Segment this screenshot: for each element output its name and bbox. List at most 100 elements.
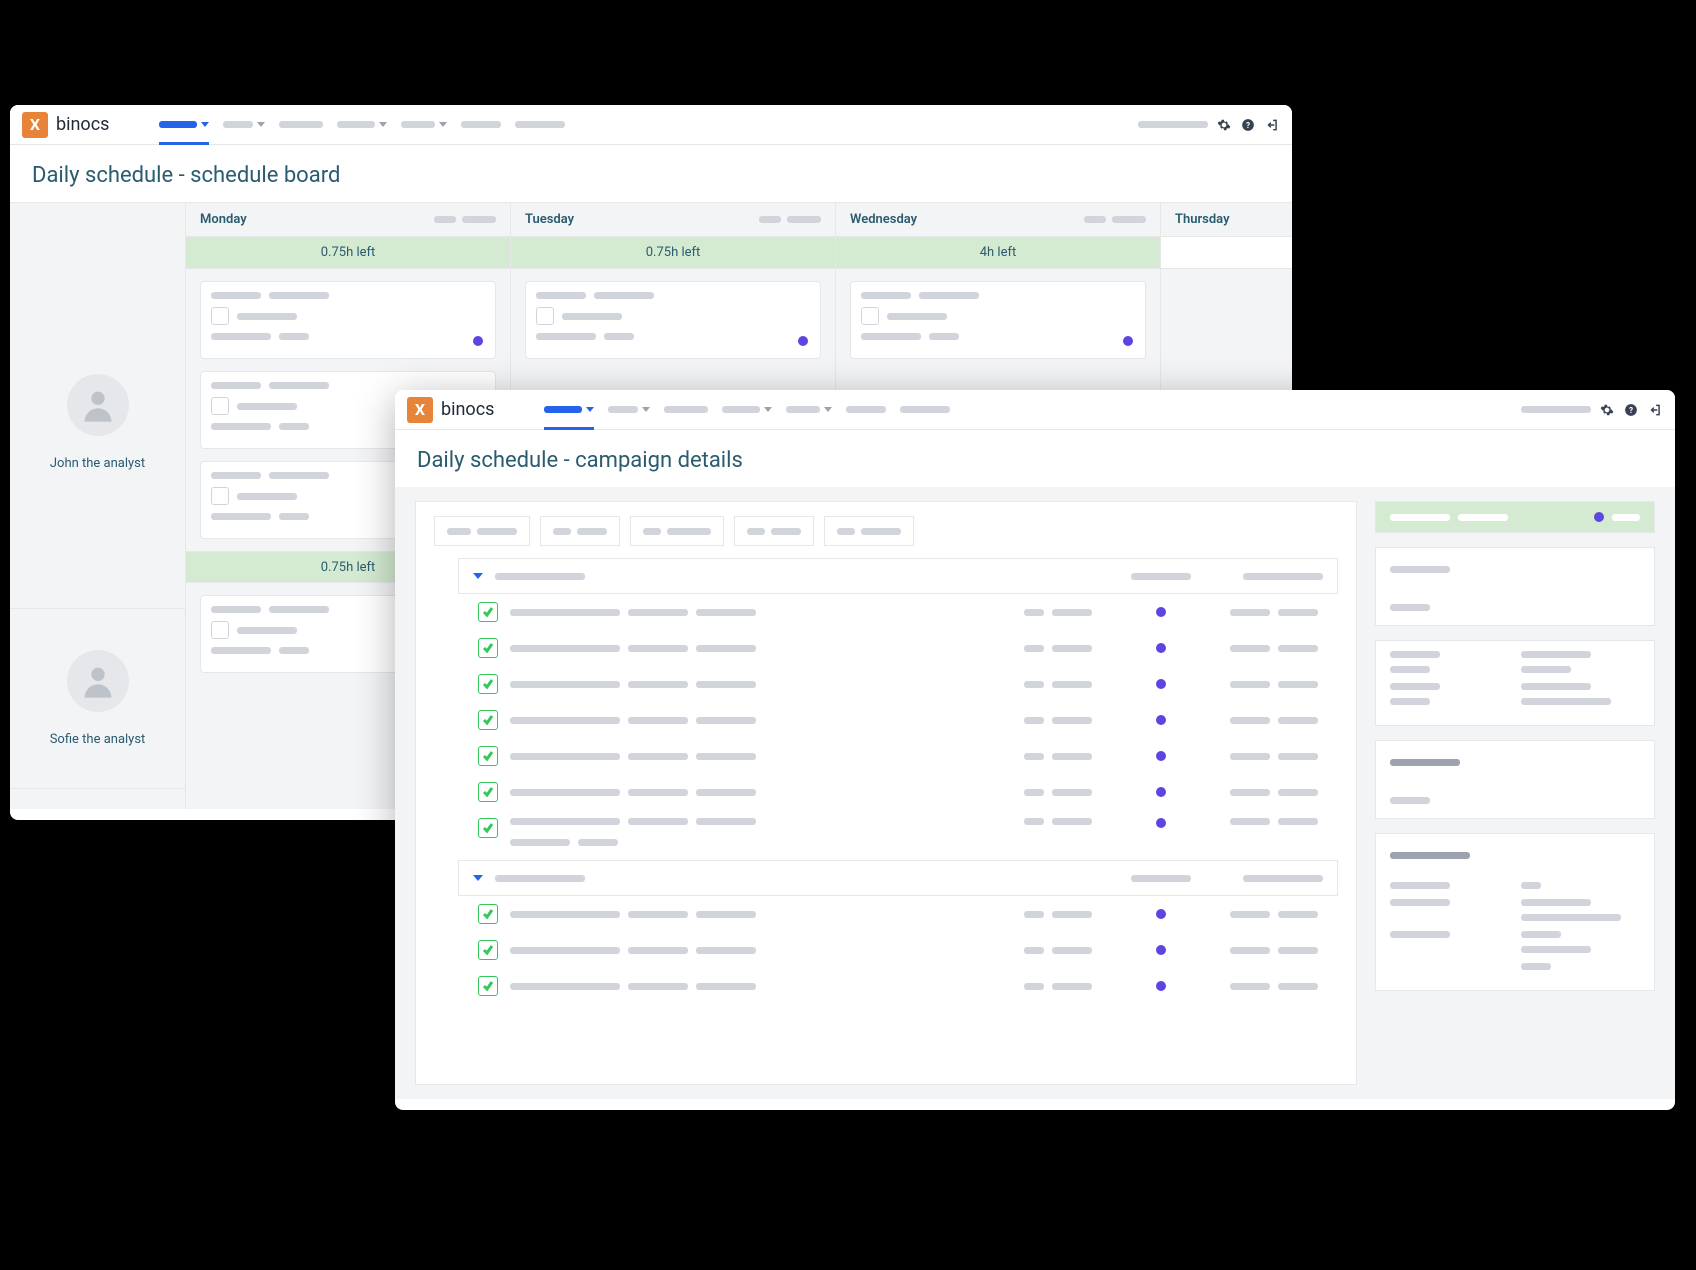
check-icon[interactable]	[478, 674, 498, 694]
status-dot	[1123, 336, 1133, 346]
nav-tab[interactable]	[722, 390, 772, 430]
task-list	[458, 594, 1338, 854]
gear-icon[interactable]	[1599, 402, 1615, 418]
side-status-bar	[1375, 501, 1655, 533]
tab-chip[interactable]	[734, 516, 814, 546]
task-row[interactable]	[458, 896, 1338, 932]
day-name: Monday	[200, 212, 247, 227]
check-icon[interactable]	[478, 818, 498, 838]
avatar	[67, 374, 129, 436]
tab-chip[interactable]	[824, 516, 914, 546]
status-dot	[1156, 909, 1166, 919]
chevron-down-icon	[473, 573, 483, 579]
task-row[interactable]	[458, 774, 1338, 810]
status-dot	[1156, 787, 1166, 797]
check-icon[interactable]	[478, 710, 498, 730]
day-header: Tuesday	[511, 203, 835, 237]
day-name: Thursday	[1175, 212, 1230, 227]
person-cell: John the analyst	[10, 203, 185, 609]
status-dot	[1156, 643, 1166, 653]
task-card[interactable]	[850, 281, 1146, 359]
check-icon[interactable]	[478, 746, 498, 766]
task-row[interactable]	[458, 810, 1338, 854]
detail-body	[395, 487, 1675, 1099]
status-dot	[1594, 512, 1604, 522]
status-dot	[1156, 607, 1166, 617]
person-name: Sofie the analyst	[50, 732, 146, 747]
campaign-details-window: X binocs ? Daily schedule - campaign det…	[395, 390, 1675, 1110]
nav-tab-active[interactable]	[544, 390, 594, 430]
nav-tabs	[159, 105, 565, 145]
nav-tab[interactable]	[900, 390, 950, 430]
task-row[interactable]	[458, 594, 1338, 630]
nav-tab[interactable]	[279, 105, 323, 145]
tab-chip[interactable]	[434, 516, 530, 546]
person-cell: Sofie the analyst	[10, 609, 185, 789]
titlebar-placeholder	[1521, 406, 1591, 413]
page-title: Daily schedule - schedule board	[10, 145, 1292, 202]
task-row[interactable]	[458, 738, 1338, 774]
detail-main	[415, 501, 1357, 1085]
checkbox[interactable]	[536, 307, 554, 325]
status-dot	[473, 336, 483, 346]
gear-icon[interactable]	[1216, 117, 1232, 133]
task-row[interactable]	[458, 968, 1338, 1004]
checkbox[interactable]	[861, 307, 879, 325]
help-icon[interactable]: ?	[1240, 117, 1256, 133]
group-header[interactable]	[458, 860, 1338, 896]
nav-tab-active[interactable]	[159, 105, 209, 145]
nav-tab[interactable]	[461, 105, 501, 145]
nav-tab[interactable]	[337, 105, 387, 145]
nav-tab[interactable]	[223, 105, 265, 145]
task-row[interactable]	[458, 932, 1338, 968]
nav-tab[interactable]	[846, 390, 886, 430]
nav-tab[interactable]	[664, 390, 708, 430]
logout-icon[interactable]	[1647, 402, 1663, 418]
nav-tab[interactable]	[515, 105, 565, 145]
task-row[interactable]	[458, 666, 1338, 702]
checkbox[interactable]	[211, 487, 229, 505]
checkbox[interactable]	[211, 307, 229, 325]
task-row[interactable]	[458, 702, 1338, 738]
people-column: John the analyst Sofie the analyst	[10, 203, 186, 809]
tab-chip[interactable]	[540, 516, 620, 546]
task-card[interactable]	[525, 281, 821, 359]
svg-text:?: ?	[1246, 119, 1250, 129]
check-icon[interactable]	[478, 940, 498, 960]
check-icon[interactable]	[478, 976, 498, 996]
nav-tab[interactable]	[608, 390, 650, 430]
titlebar: X binocs ?	[10, 105, 1292, 145]
person-name: John the analyst	[50, 456, 145, 471]
titlebar-placeholder	[1138, 121, 1208, 128]
brand-logo: X	[407, 397, 433, 423]
chevron-down-icon	[473, 875, 483, 881]
check-icon[interactable]	[478, 638, 498, 658]
check-icon[interactable]	[478, 904, 498, 924]
task-card[interactable]	[200, 281, 496, 359]
nav-tabs	[544, 390, 950, 430]
task-row[interactable]	[458, 630, 1338, 666]
help-icon[interactable]: ?	[1623, 402, 1639, 418]
status-dot	[1156, 751, 1166, 761]
side-block	[1375, 547, 1655, 626]
status-dot	[1156, 818, 1166, 828]
tabs-row	[434, 516, 1338, 546]
check-icon[interactable]	[478, 782, 498, 802]
brand-name: binocs	[56, 114, 109, 135]
day-header: Thursday	[1161, 203, 1292, 237]
tab-chip[interactable]	[630, 516, 724, 546]
page-title: Daily schedule - campaign details	[395, 430, 1675, 487]
group-header[interactable]	[458, 558, 1338, 594]
task-list	[458, 896, 1338, 1004]
checkbox[interactable]	[211, 621, 229, 639]
checkbox[interactable]	[211, 397, 229, 415]
nav-tab[interactable]	[401, 105, 447, 145]
day-header: Monday	[186, 203, 510, 237]
side-block	[1375, 833, 1655, 991]
time-left: 0.75h left	[511, 237, 835, 269]
svg-text:?: ?	[1629, 404, 1633, 414]
check-icon[interactable]	[478, 602, 498, 622]
nav-tab[interactable]	[786, 390, 832, 430]
logout-icon[interactable]	[1264, 117, 1280, 133]
brand-logo: X	[22, 112, 48, 138]
